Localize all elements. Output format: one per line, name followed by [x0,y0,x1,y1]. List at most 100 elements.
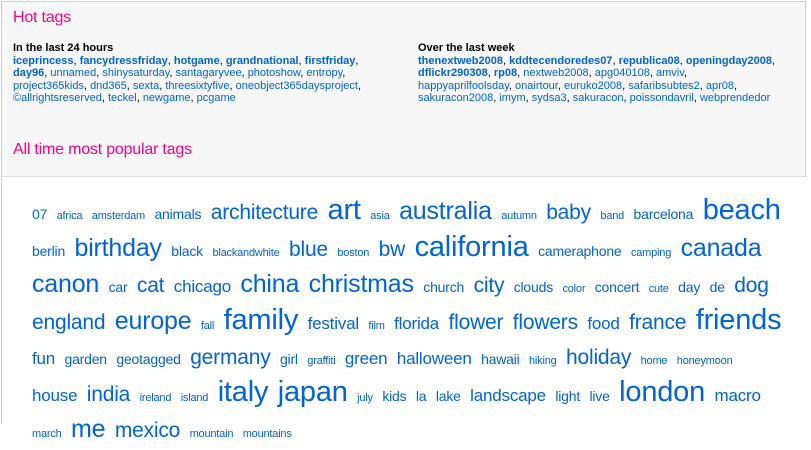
tag-link[interactable]: apr08 [706,80,734,92]
tag-link[interactable]: santagaryvee [176,67,242,79]
popular-tag-link[interactable]: mountain [190,428,234,440]
tag-link[interactable]: euruko2008 [564,80,622,92]
popular-tag-link[interactable]: lake [436,388,461,404]
popular-tag-link[interactable]: band [600,210,624,222]
tag-link[interactable]: onairtour [515,80,558,92]
popular-tag-link[interactable]: ireland [140,392,172,404]
popular-tag-link[interactable]: la [416,388,427,404]
tag-link[interactable]: thenextweb2008 [418,55,503,67]
popular-tag-link[interactable]: amsterdam [92,210,145,222]
popular-tag-link[interactable]: clouds [514,279,553,295]
popular-tag-link[interactable]: church [423,279,464,295]
tag-link[interactable]: hotgame [174,55,220,67]
popular-tag-link[interactable]: home [641,355,668,367]
popular-tag-link[interactable]: car [109,279,128,295]
popular-tag-link[interactable]: india [87,383,131,406]
popular-tag-link[interactable]: canada [681,234,762,262]
popular-tag-link[interactable]: day [678,279,700,295]
tag-link[interactable]: teckel [108,92,137,104]
popular-tag-link[interactable]: france [629,311,686,334]
popular-tag-link[interactable]: hawaii [481,351,520,367]
popular-tag-link[interactable]: autumn [501,210,537,222]
tag-link[interactable]: shinysaturday [102,67,169,79]
popular-tag-link[interactable]: girl [280,351,298,367]
popular-tag-link[interactable]: dog [734,274,769,297]
popular-tag-link[interactable]: house [32,386,78,405]
popular-tag-link[interactable]: africa [57,210,83,222]
tag-link[interactable]: sakuracon [573,92,624,104]
popular-tag-link[interactable]: island [181,392,209,404]
popular-tag-link[interactable]: landscape [470,386,546,405]
tag-link[interactable]: photoshow [248,67,301,79]
popular-tag-link[interactable]: color [562,283,585,295]
tag-link[interactable]: firstfriday [305,55,356,67]
popular-tag-link[interactable]: black [171,243,203,259]
popular-tag-link[interactable]: flower [449,311,504,334]
popular-tag-link[interactable]: architecture [211,201,319,224]
tag-link[interactable]: openingday2008 [686,55,772,67]
tag-link[interactable]: sexta [133,80,159,92]
popular-tag-link[interactable]: me [71,415,106,443]
popular-tag-link[interactable]: animals [154,206,201,222]
popular-tag-link[interactable]: chicago [174,277,231,296]
tag-link[interactable]: entropy [306,67,342,79]
popular-tag-link[interactable]: holiday [566,346,631,369]
popular-tag-link[interactable]: europe [115,307,192,335]
popular-tag-link[interactable]: flowers [513,311,578,334]
popular-tag-link[interactable]: germany [190,346,271,369]
popular-tag-link[interactable]: garden [65,351,108,367]
popular-tag-link[interactable]: london [619,376,705,408]
tag-link[interactable]: amviv [656,67,684,79]
tag-link[interactable]: nextweb2008 [523,67,588,79]
popular-tag-link[interactable]: camping [631,247,671,259]
popular-tag-link[interactable]: england [32,311,106,334]
tag-link[interactable]: happyaprilfoolsday [418,80,509,92]
popular-tag-link[interactable]: baby [546,201,591,224]
popular-tag-link[interactable]: food [587,314,619,333]
tag-link[interactable]: grandnational [226,55,299,67]
tag-link[interactable]: unnamed [50,67,96,79]
tag-link[interactable]: day96 [13,67,44,79]
popular-tag-link[interactable]: graffiti [307,355,335,367]
popular-tag-link[interactable]: hiking [529,355,557,367]
popular-tag-link[interactable]: florida [394,314,439,333]
popular-tag-link[interactable]: cameraphone [538,243,622,259]
popular-tag-link[interactable]: asia [370,210,390,222]
popular-tag-link[interactable]: halloween [397,349,472,368]
tag-link[interactable]: rp08 [494,67,517,79]
popular-tag-link[interactable]: cat [137,274,165,297]
tag-link[interactable]: iceprincess [13,55,74,67]
popular-tag-link[interactable]: canon [32,270,99,298]
tag-link[interactable]: dflickr290308 [418,67,488,79]
popular-tag-link[interactable]: geotagged [116,351,181,367]
popular-tag-link[interactable]: green [345,349,388,368]
popular-tag-link[interactable]: march [32,428,62,440]
tag-link[interactable]: safaribsubtes2 [628,80,700,92]
popular-tag-link[interactable]: kids [382,388,406,404]
popular-tag-link[interactable]: china [240,270,299,298]
tag-link[interactable]: webprendedor [700,92,770,104]
popular-tag-link[interactable]: city [474,274,505,297]
tag-link[interactable]: sydsa3 [532,92,567,104]
popular-tag-link[interactable]: beach [703,194,781,226]
popular-tag-link[interactable]: fall [201,320,214,332]
popular-tag-link[interactable]: christmas [309,270,414,298]
popular-tag-link[interactable]: festival [308,314,360,333]
tag-link[interactable]: oneobject365daysproject [236,80,358,92]
popular-tag-link[interactable]: italy [218,376,269,408]
tag-link[interactable]: newgame [143,92,191,104]
tag-link[interactable]: apg040108 [595,67,650,79]
tag-link[interactable]: fancydressfriday [80,55,168,67]
tag-link[interactable]: republica08 [619,55,680,67]
popular-tag-link[interactable]: family [224,304,299,336]
popular-tag-link[interactable]: fun [32,349,55,368]
popular-tag-link[interactable]: live [589,388,609,404]
popular-tag-link[interactable]: mexico [115,419,181,442]
popular-tag-link[interactable]: macro [715,386,761,405]
popular-tag-link[interactable]: birthday [75,234,163,262]
tag-link[interactable]: imym [499,92,525,104]
popular-tag-link[interactable]: art [328,194,361,226]
popular-tag-link[interactable]: berlin [32,243,65,259]
popular-tag-link[interactable]: blue [289,238,328,261]
tag-link[interactable]: dnd365 [90,80,127,92]
